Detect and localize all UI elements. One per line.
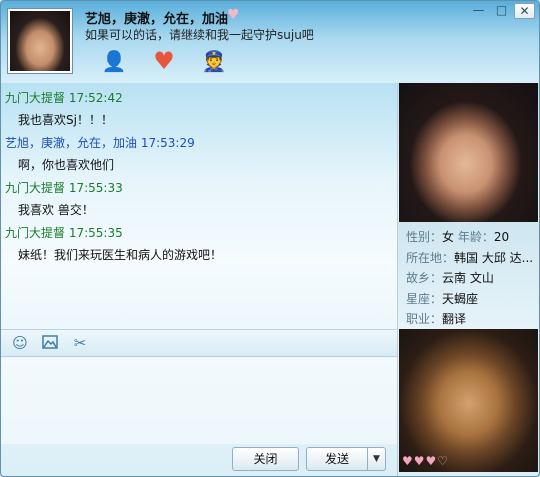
scissors-icon[interactable]: ✂ (71, 334, 89, 352)
contact-photo (399, 83, 538, 222)
window-controls: — □ ✕ (468, 3, 535, 19)
message-input[interactable] (1, 358, 397, 444)
message-text: 我也喜欢Sj！！！ (18, 113, 113, 127)
message-sender: 九门大提督 (5, 91, 66, 105)
message-time: 17:53:29 (140, 136, 195, 150)
send-button[interactable]: 发送 (306, 447, 368, 471)
message-time: 17:52:42 (68, 91, 123, 105)
gender-value: 女 (442, 230, 455, 244)
profile-panel: 性别：女 年龄：20 所在地：韩国 大邱 达... 故乡：云南 文山 星座：天蝎… (397, 83, 539, 476)
header-toolbar: 👤 ♥ 👮 (101, 48, 227, 74)
message-history[interactable]: 九门大提督 17:52:42 我也喜欢Sj！！！ 艺旭，庚澈，允在，加油 17:… (1, 83, 397, 328)
message-header: 九门大提督 17:52:42 (5, 90, 397, 106)
gender-label: 性别： (406, 230, 443, 244)
maximize-button[interactable]: □ (491, 3, 512, 19)
profile-row-gender-age: 性别：女 年龄：20 (406, 227, 539, 248)
job-value: 翻译 (442, 312, 467, 326)
message-time: 17:55:33 (68, 181, 123, 195)
message-header: 艺旭，庚澈，允在，加油 17:53:29 (5, 135, 397, 151)
send-options-dropdown[interactable]: ▼ (367, 447, 386, 471)
message-header: 九门大提督 17:55:35 (5, 225, 397, 241)
message-sender: 九门大提督 (5, 181, 66, 195)
heart-icon[interactable]: ♥ (151, 48, 177, 74)
contact-nickname: 艺旭，庚澈，允在，加油 (85, 12, 229, 27)
chat-window: 艺旭，庚澈，允在，加油 ♥ 如果可以的话，请继续和我一起守护suju吧 — □ … (0, 0, 540, 477)
input-toolbar: ☺ ✂ (1, 329, 397, 357)
hearts-rating: ♥♥♥♡ (402, 454, 450, 468)
message-sender: 九门大提督 (5, 226, 66, 240)
bottom-bar: 关闭 发送 ▼ (1, 444, 397, 476)
police-icon[interactable]: 👮 (201, 48, 227, 74)
hometown-label: 故乡： (406, 271, 443, 285)
age-value: 20 (493, 230, 510, 244)
message-text: 啊，你也喜欢他们 (18, 158, 115, 172)
message-text: 妹纸！我们来玩医生和病人的游戏吧！ (18, 248, 223, 262)
profile-info: 性别：女 年龄：20 所在地：韩国 大邱 达... 故乡：云南 文山 星座：天蝎… (398, 222, 539, 330)
profile-row-job: 职业：翻译 (406, 309, 539, 330)
heart-status-icon: ♥ (227, 7, 240, 23)
location-label: 所在地： (406, 250, 455, 265)
contact-signature: 如果可以的话，请继续和我一起守护suju吧 (85, 28, 314, 42)
chat-header: 艺旭，庚澈，允在，加油 ♥ 如果可以的话，请继续和我一起守护suju吧 — □ … (1, 1, 539, 83)
image-icon[interactable] (41, 334, 59, 352)
hometown-value: 云南 文山 (442, 271, 494, 285)
location-value: 韩国 大邱 达... (454, 250, 534, 265)
message-text: 我喜欢 兽交！ (18, 203, 94, 217)
close-window-button[interactable]: ✕ (514, 3, 535, 19)
job-label: 职业： (406, 312, 443, 326)
contact-avatar[interactable] (7, 8, 73, 74)
message-time: 17:55:35 (68, 226, 123, 240)
profile-row-hometown: 故乡：云南 文山 (406, 268, 539, 289)
message-item: 九门大提督 17:52:42 我也喜欢Sj！！！ (5, 90, 397, 128)
message-sender: 艺旭，庚澈，允在，加油 (5, 136, 138, 150)
minimize-button[interactable]: — (468, 3, 489, 19)
message-header: 九门大提督 17:55:33 (5, 180, 397, 196)
close-button[interactable]: 关闭 (232, 447, 299, 471)
smiley-icon[interactable]: ☺ (11, 334, 29, 352)
profile-row-zodiac: 星座：天蝎座 (406, 289, 539, 310)
my-photo: ♥♥♥♡ (399, 329, 538, 472)
profile-row-location: 所在地：韩国 大邱 达... (406, 248, 539, 269)
message-item: 九门大提督 17:55:35 妹纸！我们来玩医生和病人的游戏吧！ (5, 225, 397, 263)
contact-avatar-photo (10, 11, 70, 71)
user-add-icon[interactable]: 👤 (101, 48, 127, 74)
message-item: 九门大提督 17:55:33 我喜欢 兽交！ (5, 180, 397, 218)
zodiac-label: 星座： (406, 291, 443, 306)
age-label: 年龄： (457, 230, 494, 244)
zodiac-value: 天蝎座 (442, 291, 479, 306)
message-item: 艺旭，庚澈，允在，加油 17:53:29 啊，你也喜欢他们 (5, 135, 397, 173)
